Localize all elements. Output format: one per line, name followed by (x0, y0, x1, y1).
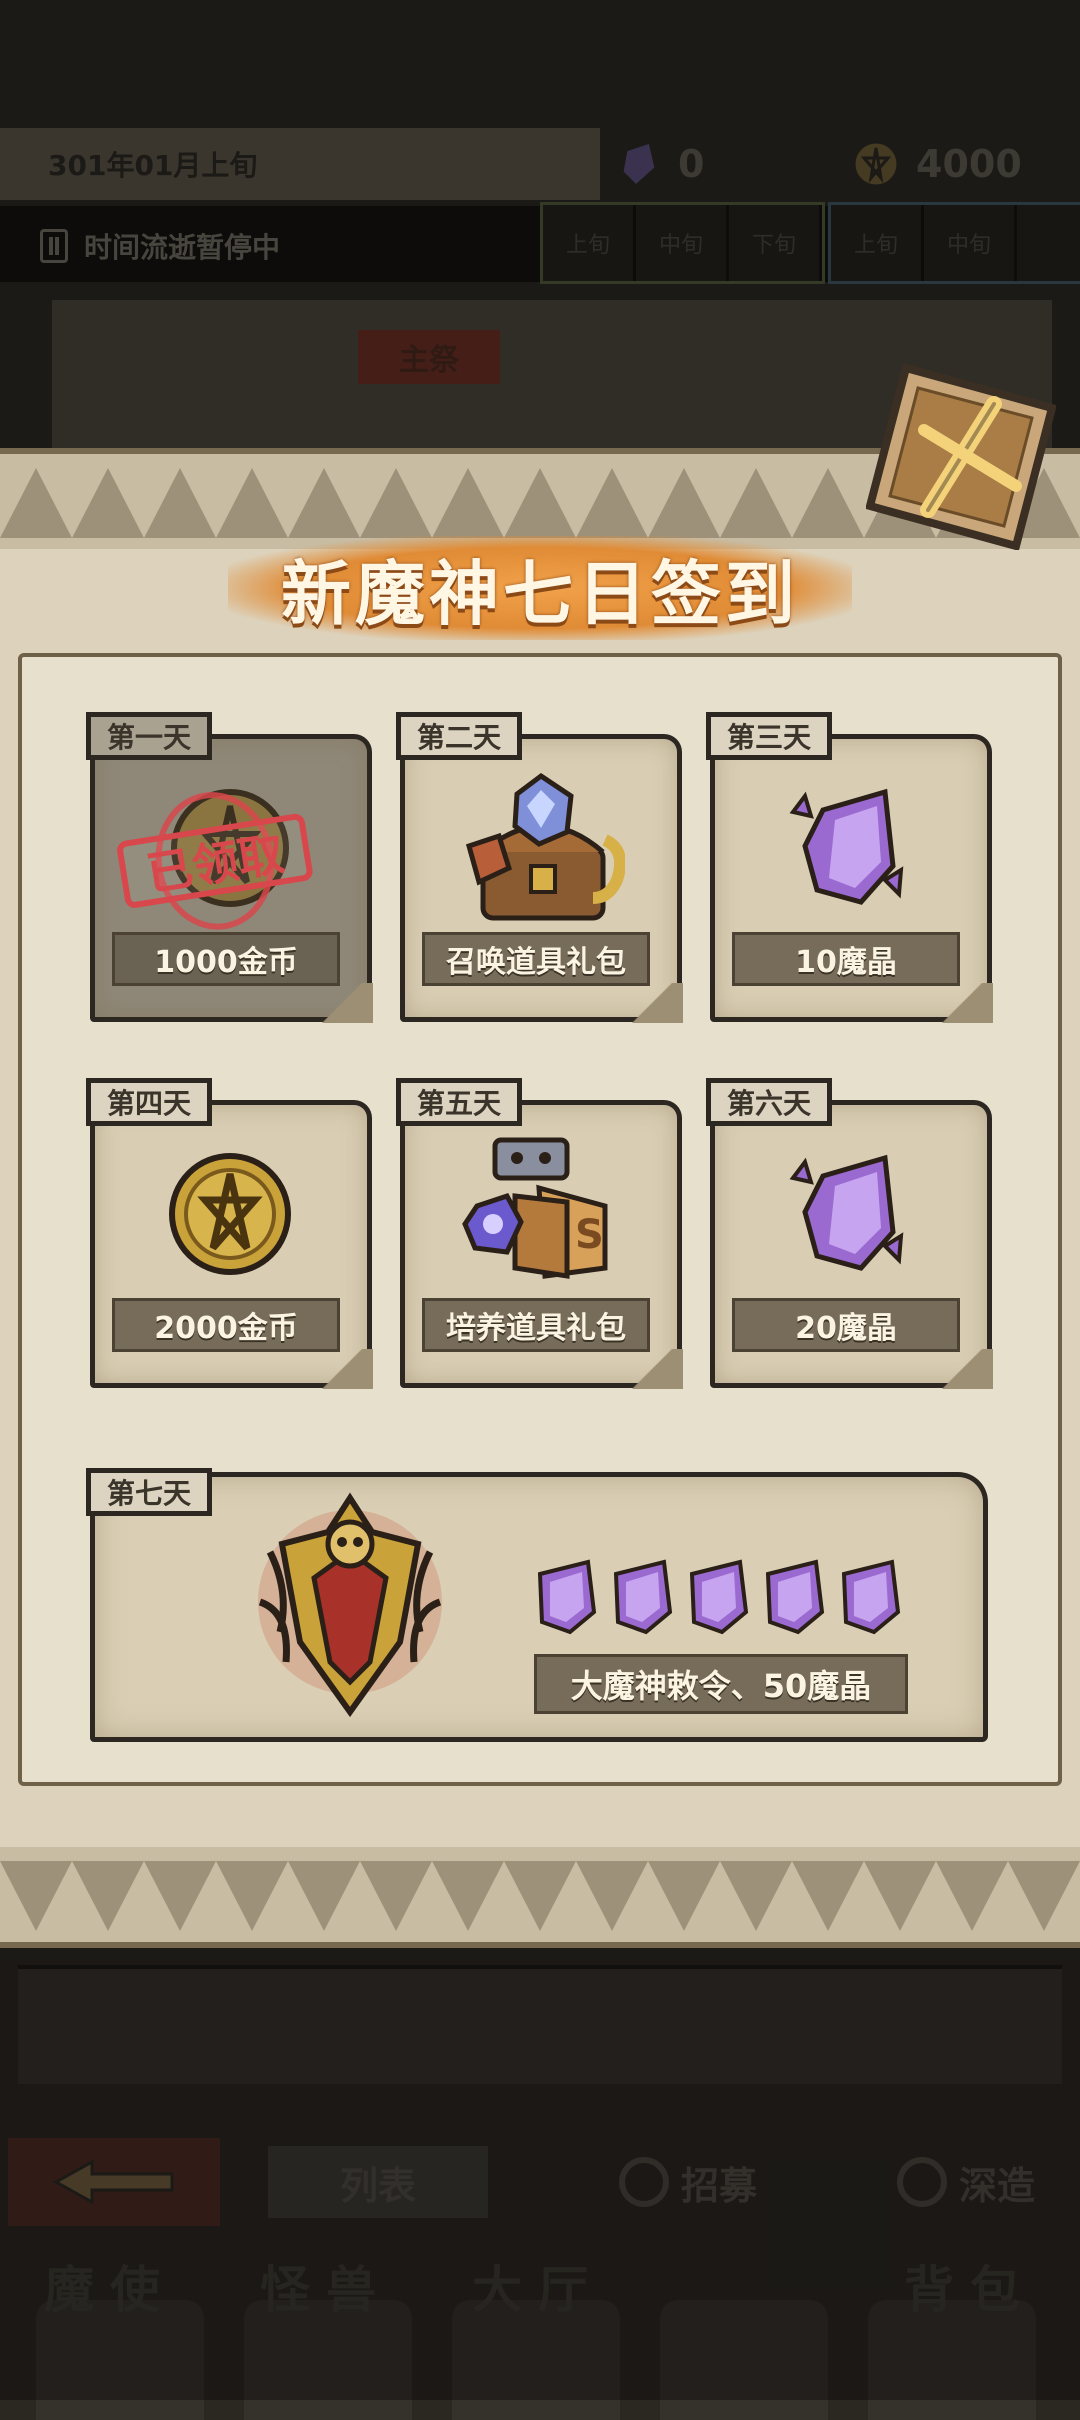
modal-title: 新魔神七日签到 (281, 552, 799, 635)
reward-label: 召唤道具礼包 (422, 932, 650, 986)
crystal-row-icon (537, 1559, 901, 1635)
day-tag: 第七天 (86, 1468, 213, 1516)
day-card-5[interactable]: 第五天 S 培养道具礼包 (396, 1078, 683, 1389)
close-icon (866, 363, 1056, 550)
reward-label: 大魔神敕令、50魔晶 (534, 1654, 908, 1714)
day-card-6[interactable]: 第六天 20魔晶 (706, 1078, 993, 1389)
svg-text:S: S (575, 1212, 604, 1258)
reward-label: 10魔晶 (732, 932, 960, 986)
day-tag: 第三天 (706, 712, 833, 760)
summon-chest-icon (465, 772, 625, 921)
modal-bottom-rim (0, 1847, 1080, 1948)
day-card-1[interactable]: 第一天 1000金币 已领取 (86, 712, 373, 1023)
day-tag: 第四天 (86, 1078, 213, 1126)
close-button[interactable] (866, 360, 1056, 550)
day-tag: 第五天 (396, 1078, 523, 1126)
training-bundle-icon: S (462, 1137, 608, 1279)
day-card-2[interactable]: 第二天 召唤道具礼包 (396, 712, 683, 1023)
day-card-7[interactable]: 第七天 大魔神敕令、50魔晶 (86, 1468, 988, 1742)
purple-crystal-icon (789, 788, 904, 905)
triangle-pattern (0, 1861, 1080, 1931)
reward-label: 培养道具礼包 (422, 1298, 650, 1352)
day-card-4[interactable]: 第四天 2000金币 (86, 1078, 373, 1389)
reward-label: 2000金币 (112, 1298, 340, 1352)
day-tag: 第六天 (706, 1078, 833, 1126)
gold-coin-icon (169, 1153, 291, 1275)
purple-crystal-icon (789, 1154, 904, 1271)
reward-label: 20魔晶 (732, 1298, 960, 1352)
claimed-stamp-text: 已领取 (115, 812, 314, 910)
day-card-3[interactable]: 第三天 10魔晶 (706, 712, 993, 1023)
demon-emblem-icon (258, 1492, 442, 1718)
day-tag: 第一天 (86, 712, 213, 760)
day-tag: 第二天 (396, 712, 523, 760)
